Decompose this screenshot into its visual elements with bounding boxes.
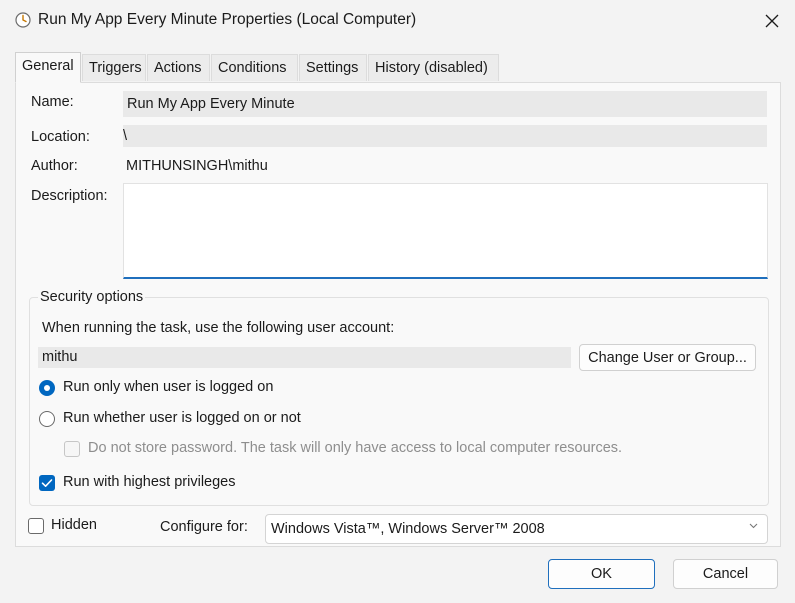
author-value: MITHUNSINGH\mithu: [126, 158, 268, 174]
location-field: \: [123, 125, 767, 147]
tab-conditions[interactable]: Conditions: [211, 54, 298, 81]
highest-privileges-label[interactable]: Run with highest privileges: [63, 474, 235, 490]
chevron-down-icon: [749, 523, 758, 529]
close-icon: [765, 14, 779, 28]
description-field[interactable]: [123, 183, 768, 279]
radio-run-whether-logged-on[interactable]: [39, 411, 55, 427]
description-label: Description:: [31, 188, 108, 204]
tab-triggers[interactable]: Triggers: [82, 54, 146, 81]
change-user-button[interactable]: Change User or Group...: [579, 344, 756, 371]
do-not-store-password-label: Do not store password. The task will onl…: [88, 440, 623, 456]
cancel-button[interactable]: Cancel: [673, 559, 778, 589]
title-bar: Run My App Every Minute Properties (Loca…: [0, 0, 795, 42]
tab-settings[interactable]: Settings: [299, 54, 367, 81]
do-not-store-password-checkbox: [64, 441, 80, 457]
tab-history[interactable]: History (disabled): [368, 54, 499, 81]
security-options-group: Security options When running the task, …: [29, 289, 769, 506]
security-options-title: Security options: [38, 289, 146, 305]
window-title: Run My App Every Minute Properties (Loca…: [38, 11, 417, 28]
user-account-field: mithu: [38, 347, 571, 368]
account-prompt: When running the task, use the following…: [42, 320, 395, 336]
general-tab-panel: Name: Run My App Every Minute Location: …: [15, 82, 781, 547]
tab-general[interactable]: General: [15, 52, 81, 83]
highest-privileges-checkbox[interactable]: [39, 475, 55, 491]
author-label: Author:: [31, 158, 78, 174]
radio-run-logged-on-label[interactable]: Run only when user is logged on: [63, 379, 273, 395]
close-button[interactable]: [749, 0, 795, 42]
configure-for-select[interactable]: Windows Vista™, Windows Server™ 2008: [265, 514, 768, 544]
name-field[interactable]: Run My App Every Minute: [123, 91, 767, 117]
clock-icon: [15, 12, 31, 28]
hidden-label[interactable]: Hidden: [51, 517, 97, 533]
tab-actions[interactable]: Actions: [147, 54, 210, 81]
name-label: Name:: [31, 94, 74, 110]
configure-for-label: Configure for:: [160, 519, 248, 535]
configure-for-value: Windows Vista™, Windows Server™ 2008: [271, 521, 545, 537]
radio-run-whether-logged-on-label[interactable]: Run whether user is logged on or not: [63, 410, 301, 426]
ok-button[interactable]: OK: [548, 559, 655, 589]
hidden-checkbox[interactable]: [28, 518, 44, 534]
checkmark-icon: [41, 479, 53, 487]
location-label: Location:: [31, 129, 90, 145]
radio-run-logged-on[interactable]: [39, 380, 55, 396]
